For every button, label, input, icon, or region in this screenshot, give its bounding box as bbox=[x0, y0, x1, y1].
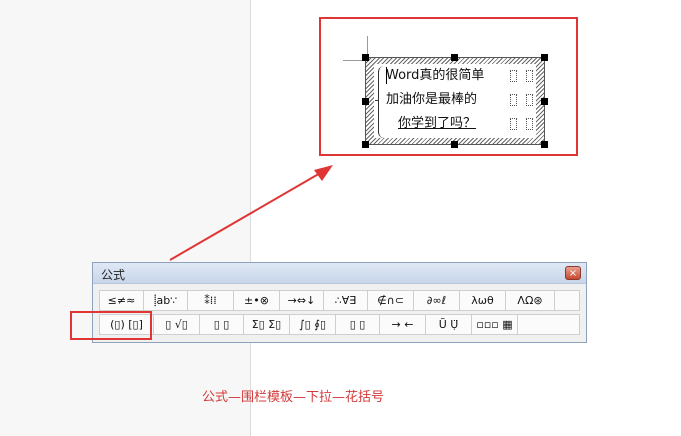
equation-toolbar-dialog[interactable]: 公式 × ≤≠≈ ⸽ab∵ ⁑⁞⁞ ±•⊗ →⇔↓ ∴∀∃ ∉∩⊂ ∂∞ℓ λωθ ΛΩ⊛ (▯)… bbox=[92, 262, 587, 343]
arrow-symbols-button[interactable]: →⇔↓ bbox=[280, 291, 324, 310]
caption-text: 公式—围栏模板—下拉—花括号 bbox=[202, 390, 385, 405]
dialog-title-bar[interactable]: 公式 × bbox=[93, 263, 586, 284]
toolbar-symbols-row: ≤≠≈ ⸽ab∵ ⁑⁞⁞ ±•⊗ →⇔↓ ∴∀∃ ∉∩⊂ ∂∞ℓ λωθ ΛΩ⊛ bbox=[99, 290, 580, 311]
fence-button-highlight-box bbox=[70, 311, 152, 340]
greek-lowercase-button[interactable]: λωθ bbox=[460, 291, 506, 310]
subscript-superscript-templates-button[interactable]: ▯ ▯ bbox=[200, 315, 244, 334]
matrix-templates-button[interactable]: ▫▫▫ ▦ bbox=[472, 315, 518, 334]
logical-symbols-button[interactable]: ∴∀∃ bbox=[324, 291, 368, 310]
embellishments-button[interactable]: ⁑⁞⁞ bbox=[188, 291, 234, 310]
pointer-arrow-icon bbox=[169, 165, 333, 261]
products-set-theory-templates-button[interactable]: Ũ Ụ̈ bbox=[426, 315, 472, 334]
spaces-ellipses-button[interactable]: ⸽ab∵ bbox=[144, 291, 188, 310]
close-button[interactable]: × bbox=[565, 266, 581, 280]
greek-uppercase-button[interactable]: ΛΩ⊛ bbox=[506, 291, 555, 310]
relational-symbols-button[interactable]: ≤≠≈ bbox=[100, 291, 144, 310]
summation-templates-button[interactable]: Σ▯ Σ▯ bbox=[244, 315, 290, 334]
dialog-title: 公式 bbox=[101, 268, 126, 282]
integral-templates-button[interactable]: ∫▯ ∮▯ bbox=[290, 315, 336, 334]
misc-symbols-button[interactable]: ∂∞ℓ bbox=[414, 291, 460, 310]
operator-symbols-button[interactable]: ±•⊗ bbox=[234, 291, 280, 310]
toolbar-templates-row: (▯) [▯] ▯ √▯ ▯ ▯ Σ▯ Σ▯ ∫▯ ∮▯ ▯ ▯ → ← Ũ Ụ̈ ▫▫▫ ▦ bbox=[99, 314, 580, 335]
labeled-arrow-templates-button[interactable]: → ← bbox=[380, 315, 426, 334]
set-theory-symbols-button[interactable]: ∉∩⊂ bbox=[368, 291, 414, 310]
fraction-radical-templates-button[interactable]: ▯ √▯ bbox=[154, 315, 200, 334]
underbar-overbar-templates-button[interactable]: ▯ ▯ bbox=[336, 315, 380, 334]
